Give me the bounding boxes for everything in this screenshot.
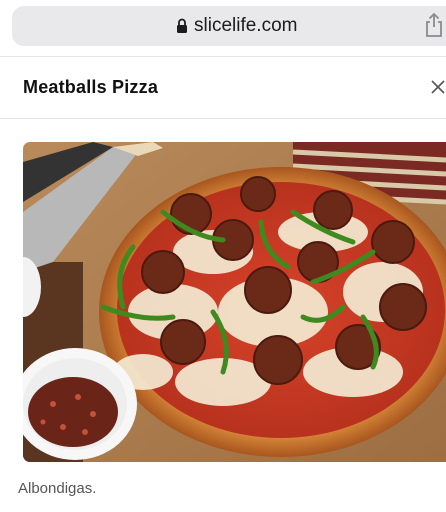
pizza-photo (23, 142, 446, 462)
pizza-illustration (23, 142, 446, 462)
modal-title: Meatballs Pizza (23, 77, 159, 97)
browser-address-area: slicelife.com (0, 0, 446, 54)
url-display[interactable]: slicelife.com (176, 6, 297, 46)
lock-icon (177, 18, 187, 33)
image-caption: Albondigas. (18, 480, 97, 497)
url-text: slicelife.com (194, 15, 298, 36)
header-divider (0, 118, 446, 119)
share-icon[interactable] (424, 12, 444, 38)
modal-header: Meatballs Pizza (0, 57, 446, 119)
close-icon[interactable] (430, 79, 446, 95)
